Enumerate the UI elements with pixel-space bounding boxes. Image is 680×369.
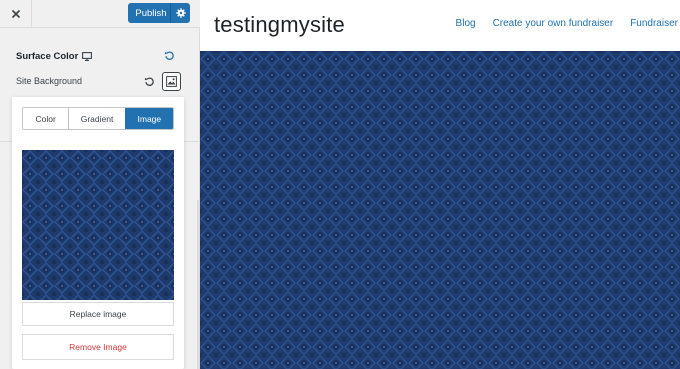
image-picker-icon bbox=[166, 76, 177, 87]
primary-nav: Blog Create your own fundraiser Fundrais… bbox=[456, 18, 680, 29]
customizer-topbar: Publish bbox=[0, 0, 200, 28]
nav-link-create-fundraiser[interactable]: Create your own fundraiser bbox=[493, 18, 614, 29]
nav-link-blog[interactable]: Blog bbox=[456, 18, 476, 29]
publish-button[interactable]: Publish bbox=[128, 3, 190, 23]
nav-link-fundraiser[interactable]: Fundraiser bbox=[630, 18, 678, 29]
background-pattern bbox=[200, 51, 680, 369]
site-preview: testingmysite Blog Create your own fundr… bbox=[200, 0, 680, 369]
close-icon bbox=[11, 9, 21, 19]
site-header: testingmysite Blog Create your own fundr… bbox=[200, 0, 680, 51]
background-image-preview[interactable] bbox=[22, 150, 174, 300]
divider bbox=[184, 141, 200, 142]
replace-image-button[interactable]: Replace image bbox=[22, 302, 174, 326]
site-background-label: Site Background bbox=[16, 76, 83, 86]
desktop-icon bbox=[82, 52, 93, 61]
site-background bbox=[200, 51, 680, 369]
publish-label: Publish bbox=[135, 7, 167, 19]
tab-image[interactable]: Image bbox=[124, 108, 173, 129]
divider bbox=[0, 141, 12, 142]
undo-icon[interactable] bbox=[144, 76, 155, 87]
undo-icon[interactable] bbox=[164, 50, 175, 61]
close-button[interactable] bbox=[0, 0, 32, 28]
background-type-tabs: Color Gradient Image bbox=[22, 107, 174, 130]
remove-image-button[interactable]: Remove Image bbox=[22, 334, 174, 360]
gear-icon[interactable] bbox=[170, 3, 190, 23]
background-picker-toggle[interactable] bbox=[162, 72, 181, 91]
background-popover: Color Gradient Image Replace image Remov… bbox=[12, 97, 184, 369]
customizer-sidebar: Publish Surface Color Site Background Co… bbox=[0, 0, 200, 369]
section-title-text: Surface Color bbox=[16, 51, 79, 62]
section-title: Surface Color bbox=[16, 51, 93, 62]
tab-gradient[interactable]: Gradient bbox=[68, 108, 125, 129]
site-title[interactable]: testingmysite bbox=[214, 12, 345, 38]
tab-color[interactable]: Color bbox=[23, 108, 69, 129]
